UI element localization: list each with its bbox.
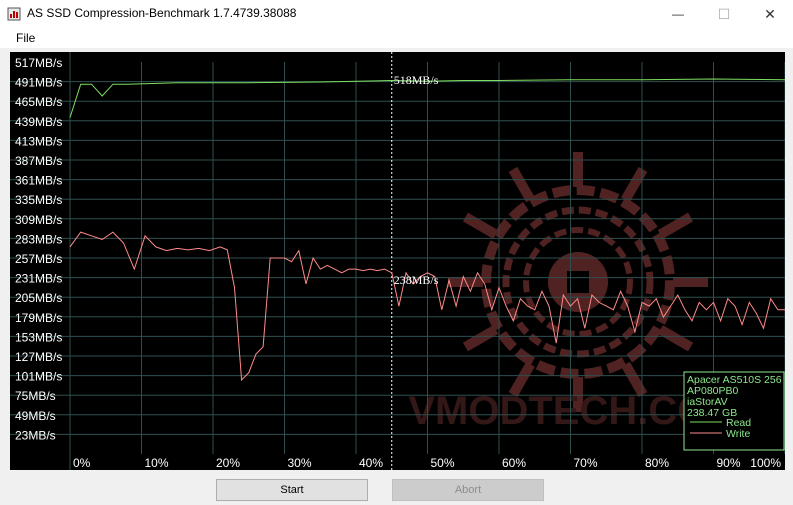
write-value-label: 238MB/s	[394, 273, 439, 287]
x-tick-label: 90%	[717, 456, 741, 470]
y-tick-label: 231MB/s	[15, 272, 62, 286]
y-tick-label: 309MB/s	[15, 213, 62, 227]
x-tick-label: 30%	[288, 456, 312, 470]
minimize-button[interactable]: —	[655, 0, 701, 28]
x-tick-label: 10%	[145, 456, 169, 470]
x-tick-label: 20%	[216, 456, 240, 470]
app-icon	[7, 7, 21, 21]
x-tick-label: 40%	[359, 456, 383, 470]
read-value-label: 518MB/s	[394, 73, 439, 87]
y-tick-label: 335MB/s	[15, 193, 62, 207]
benchmark-chart: VMODTECH.COM 517MB/s491MB/s465MB/s439MB/…	[10, 52, 785, 470]
y-tick-label: 361MB/s	[15, 174, 62, 188]
y-tick-label: 127MB/s	[15, 350, 62, 364]
y-tick-label: 205MB/s	[15, 291, 62, 305]
info-panel: Apacer AS510S 256 AP080PB0 iaStorAV 238.…	[683, 371, 785, 451]
y-tick-label: 153MB/s	[15, 330, 62, 344]
close-icon: ✕	[764, 5, 776, 22]
y-tick-label: 387MB/s	[15, 154, 62, 168]
x-tick-label: 70%	[574, 456, 598, 470]
y-tick-label: 23MB/s	[15, 428, 56, 442]
y-tick-label: 491MB/s	[15, 76, 62, 90]
abort-button[interactable]: Abort	[392, 479, 544, 501]
y-tick-label: 413MB/s	[15, 134, 62, 148]
maximize-button[interactable]: ☐	[701, 0, 747, 28]
y-tick-label: 101MB/s	[15, 370, 62, 384]
legend-write-label: Write	[726, 428, 750, 440]
maximize-icon: ☐	[717, 5, 731, 22]
y-tick-label: 49MB/s	[15, 409, 56, 423]
title-bar: AS SSD Compression-Benchmark 1.7.4739.38…	[0, 0, 793, 28]
y-tick-label: 439MB/s	[15, 115, 62, 129]
x-tick-label: 80%	[645, 456, 669, 470]
y-tick-label: 75MB/s	[15, 389, 56, 403]
y-tick-label: 179MB/s	[15, 311, 62, 325]
y-tick-label: 517MB/s	[15, 56, 62, 70]
window-title: AS SSD Compression-Benchmark 1.7.4739.38…	[27, 6, 297, 20]
minimize-icon: —	[672, 7, 684, 21]
start-button[interactable]: Start	[216, 479, 368, 501]
y-tick-label: 283MB/s	[15, 232, 62, 246]
y-tick-label: 465MB/s	[15, 95, 62, 109]
menu-bar: File	[0, 28, 793, 48]
x-tick-label: 60%	[502, 456, 526, 470]
x-tick-label: 0%	[73, 456, 91, 470]
close-button[interactable]: ✕	[747, 0, 793, 28]
menu-file[interactable]: File	[16, 31, 35, 45]
y-tick-label: 257MB/s	[15, 252, 62, 266]
x-tick-label: 100%	[750, 456, 781, 470]
benchmark-plot: VMODTECH.COM 517MB/s 491MB/s 465MB/s 439MB/…	[10, 52, 785, 470]
x-tick-label: 50%	[431, 456, 455, 470]
